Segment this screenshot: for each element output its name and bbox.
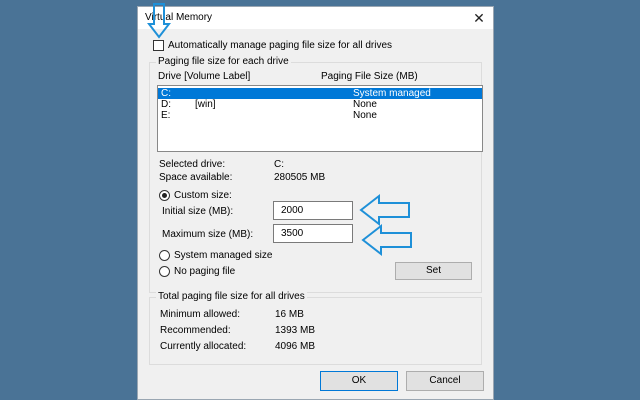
arrow-icon <box>147 3 171 39</box>
volume-label: [win] <box>195 99 216 110</box>
system-managed-label: System managed size <box>174 250 273 261</box>
column-header-drive: Drive [Volume Label] <box>158 71 251 82</box>
maximum-size-label: Maximum size (MB): <box>162 229 254 240</box>
drive-letter: D: <box>161 99 171 110</box>
minimum-allowed-value: 16 MB <box>275 309 304 320</box>
cancel-button[interactable]: Cancel <box>406 371 484 391</box>
drive-letter: C: <box>161 88 171 99</box>
paging-size: System managed <box>353 88 431 99</box>
system-managed-radio-row[interactable]: System managed size <box>159 250 272 261</box>
title-bar: Virtual Memory ✕ <box>138 7 493 29</box>
system-managed-radio[interactable] <box>159 250 170 261</box>
custom-size-radio[interactable] <box>159 190 170 201</box>
set-button[interactable]: Set <box>395 262 472 280</box>
auto-manage-label: Automatically manage paging file size fo… <box>168 40 392 51</box>
paging-size: None <box>353 99 377 110</box>
drive-letter: E: <box>161 110 171 121</box>
arrow-icon <box>361 223 412 257</box>
recommended-value: 1393 MB <box>275 325 316 336</box>
space-available-label: Space available: <box>159 172 233 183</box>
list-item[interactable]: E: None <box>158 110 482 121</box>
custom-size-label: Custom size: <box>174 190 232 201</box>
no-paging-label: No paging file <box>174 266 236 277</box>
drive-list[interactable]: C: System managed D: [win] None E: None <box>157 85 483 152</box>
currently-allocated-value: 4096 MB <box>275 341 316 352</box>
paging-size: None <box>353 110 377 121</box>
custom-size-radio-row[interactable]: Custom size: <box>159 190 232 201</box>
auto-manage-checkbox-row[interactable]: Automatically manage paging file size fo… <box>153 40 392 51</box>
column-header-size: Paging File Size (MB) <box>321 71 418 82</box>
minimum-allowed-label: Minimum allowed: <box>160 309 241 320</box>
virtual-memory-dialog: Virtual Memory ✕ Automatically manage pa… <box>137 6 494 400</box>
close-icon[interactable]: ✕ <box>465 7 493 29</box>
initial-size-label: Initial size (MB): <box>162 206 234 217</box>
arrow-icon <box>359 193 410 227</box>
initial-size-input[interactable]: 2000 <box>273 201 353 220</box>
paging-group-legend: Paging file size for each drive <box>156 56 291 67</box>
auto-manage-checkbox[interactable] <box>153 40 164 51</box>
list-item[interactable]: D: [win] None <box>158 99 482 110</box>
currently-allocated-label: Currently allocated: <box>160 341 247 352</box>
maximum-size-input[interactable]: 3500 <box>273 224 353 243</box>
selected-drive-value: C: <box>274 159 284 170</box>
recommended-label: Recommended: <box>160 325 231 336</box>
total-group-legend: Total paging file size for all drives <box>156 291 307 302</box>
list-item[interactable]: C: System managed <box>158 88 482 99</box>
ok-button[interactable]: OK <box>320 371 398 391</box>
selected-drive-label: Selected drive: <box>159 159 226 170</box>
no-paging-radio[interactable] <box>159 266 170 277</box>
space-available-value: 280505 MB <box>274 172 326 183</box>
no-paging-radio-row[interactable]: No paging file <box>159 266 235 277</box>
